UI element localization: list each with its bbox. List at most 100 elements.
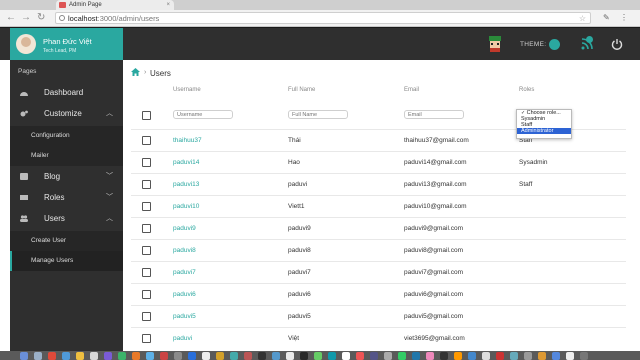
table-row[interactable]: paduvi9 paduvi9 paduvi9@gmail.com bbox=[131, 217, 626, 239]
back-icon[interactable]: ← bbox=[6, 12, 16, 23]
theme-toggle[interactable] bbox=[549, 39, 560, 50]
app-icon[interactable] bbox=[426, 352, 434, 360]
app-icon[interactable] bbox=[160, 352, 168, 360]
app-icon[interactable] bbox=[398, 352, 406, 360]
app-icon[interactable] bbox=[468, 352, 476, 360]
power-icon[interactable] bbox=[611, 38, 623, 50]
table-row[interactable]: paduvi13 paduvi paduvi13@gmail.com Staff bbox=[131, 173, 626, 195]
address-bar[interactable]: localhost:3000/admin/users ☆ bbox=[55, 12, 591, 24]
sidebar-item-mailer[interactable]: Mailer bbox=[10, 146, 123, 166]
trash-icon[interactable] bbox=[580, 352, 588, 360]
row-checkbox[interactable] bbox=[142, 158, 151, 167]
username-link[interactable]: paduvi13 bbox=[173, 181, 199, 188]
sidebar-item-create-user[interactable]: Create User bbox=[10, 231, 123, 251]
app-icon[interactable] bbox=[440, 352, 448, 360]
app-icon[interactable] bbox=[356, 352, 364, 360]
finder-icon[interactable] bbox=[20, 352, 28, 360]
pen-icon[interactable]: ✎ bbox=[603, 13, 610, 22]
app-icon[interactable] bbox=[258, 352, 266, 360]
app-icon[interactable] bbox=[132, 352, 140, 360]
profile-panel[interactable]: Phan Đức Việt Tech Lead, PM bbox=[10, 28, 123, 60]
menu-icon[interactable]: ⋮ bbox=[620, 13, 628, 22]
app-icon[interactable] bbox=[104, 352, 112, 360]
column-header-username[interactable]: Username bbox=[173, 87, 201, 93]
sidebar-item-users[interactable]: Users ︿ bbox=[10, 208, 123, 229]
bookmark-star-icon[interactable]: ☆ bbox=[579, 13, 586, 24]
username-link[interactable]: paduvi5 bbox=[173, 313, 196, 320]
sidebar-item-dashboard[interactable]: Dashboard bbox=[10, 82, 123, 103]
email-filter-input[interactable] bbox=[404, 110, 464, 119]
app-icon[interactable] bbox=[510, 352, 518, 360]
sidebar-item-customize[interactable]: Customize ︿ bbox=[10, 103, 123, 124]
role-option[interactable]: Administrator bbox=[517, 128, 571, 134]
row-checkbox[interactable] bbox=[142, 202, 151, 211]
app-icon[interactable] bbox=[62, 352, 70, 360]
username-link[interactable]: paduvi8 bbox=[173, 247, 196, 254]
tab-close-icon[interactable]: × bbox=[166, 0, 170, 10]
app-icon[interactable] bbox=[118, 352, 126, 360]
app-icon[interactable] bbox=[48, 352, 56, 360]
column-header-email[interactable]: Email bbox=[404, 87, 419, 93]
app-icon[interactable] bbox=[146, 352, 154, 360]
table-row[interactable]: paduvi Việt viet3695@gmail.com bbox=[131, 327, 626, 349]
app-icon[interactable] bbox=[286, 352, 294, 360]
app-icon[interactable] bbox=[566, 352, 574, 360]
app-icon[interactable] bbox=[272, 352, 280, 360]
row-checkbox[interactable] bbox=[142, 224, 151, 233]
username-filter-input[interactable] bbox=[173, 110, 233, 119]
table-row[interactable]: paduvi7 paduvi7 paduvi7@gmail.com bbox=[131, 261, 626, 283]
row-checkbox[interactable] bbox=[142, 246, 151, 255]
app-icon[interactable] bbox=[76, 352, 84, 360]
home-icon[interactable] bbox=[131, 68, 140, 76]
username-link[interactable]: paduvi10 bbox=[173, 203, 199, 210]
table-row[interactable]: paduvi10 Viett1 paduvi10@gmail.com bbox=[131, 195, 626, 217]
app-icon[interactable] bbox=[524, 352, 532, 360]
app-icon[interactable] bbox=[384, 352, 392, 360]
app-icon[interactable] bbox=[454, 352, 462, 360]
column-header-roles[interactable]: Roles bbox=[519, 87, 534, 93]
username-link[interactable]: paduvi7 bbox=[173, 269, 196, 276]
app-icon[interactable] bbox=[216, 352, 224, 360]
app-icon[interactable] bbox=[174, 352, 182, 360]
browser-tab[interactable]: Admin Page × bbox=[56, 0, 174, 10]
app-icon[interactable] bbox=[300, 352, 308, 360]
app-icon[interactable] bbox=[314, 352, 322, 360]
app-icon[interactable] bbox=[244, 352, 252, 360]
table-row[interactable]: paduvi14 Hao paduvi14@gmail.com Sysadmin bbox=[131, 151, 626, 173]
sidebar-item-roles[interactable]: Roles ﹀ bbox=[10, 187, 123, 208]
chrome-icon[interactable] bbox=[342, 352, 350, 360]
fullname-filter-input[interactable] bbox=[288, 110, 348, 119]
row-checkbox[interactable] bbox=[142, 268, 151, 277]
info-icon[interactable] bbox=[59, 15, 65, 21]
app-icon[interactable] bbox=[188, 352, 196, 360]
forward-icon[interactable]: → bbox=[21, 12, 31, 23]
sidebar-item-blog[interactable]: Blog ﹀ bbox=[10, 166, 123, 187]
launchpad-icon[interactable] bbox=[34, 352, 42, 360]
app-icon[interactable] bbox=[496, 352, 504, 360]
app-icon[interactable] bbox=[370, 352, 378, 360]
app-icon[interactable] bbox=[90, 352, 98, 360]
column-header-fullname[interactable]: Full Name bbox=[288, 87, 315, 93]
sidebar-item-configuration[interactable]: Configuration bbox=[10, 126, 123, 146]
username-link[interactable]: thaihuu37 bbox=[173, 137, 202, 144]
username-link[interactable]: paduvi bbox=[173, 335, 192, 342]
table-row[interactable]: paduvi6 paduvi6 paduvi6@gmail.com bbox=[131, 283, 626, 305]
app-icon[interactable] bbox=[552, 352, 560, 360]
select-all-checkbox[interactable] bbox=[142, 111, 151, 120]
table-row[interactable]: paduvi8 paduvi8 paduvi8@gmail.com bbox=[131, 239, 626, 261]
row-checkbox[interactable] bbox=[142, 180, 151, 189]
avatar[interactable] bbox=[16, 34, 36, 54]
app-icon[interactable] bbox=[328, 352, 336, 360]
app-icon[interactable] bbox=[230, 352, 238, 360]
row-checkbox[interactable] bbox=[142, 290, 151, 299]
username-link[interactable]: paduvi9 bbox=[173, 225, 196, 232]
row-checkbox[interactable] bbox=[142, 334, 151, 343]
app-icon[interactable] bbox=[412, 352, 420, 360]
role-filter-dropdown[interactable]: Choose role... Sysadmin Staff Administra… bbox=[516, 109, 572, 139]
app-icon[interactable] bbox=[538, 352, 546, 360]
row-checkbox[interactable] bbox=[142, 136, 151, 145]
username-link[interactable]: paduvi6 bbox=[173, 291, 196, 298]
app-icon[interactable] bbox=[482, 352, 490, 360]
reload-icon[interactable]: ↻ bbox=[37, 12, 45, 23]
table-row[interactable]: paduvi5 paduvi5 paduvi5@gmail.com bbox=[131, 305, 626, 327]
